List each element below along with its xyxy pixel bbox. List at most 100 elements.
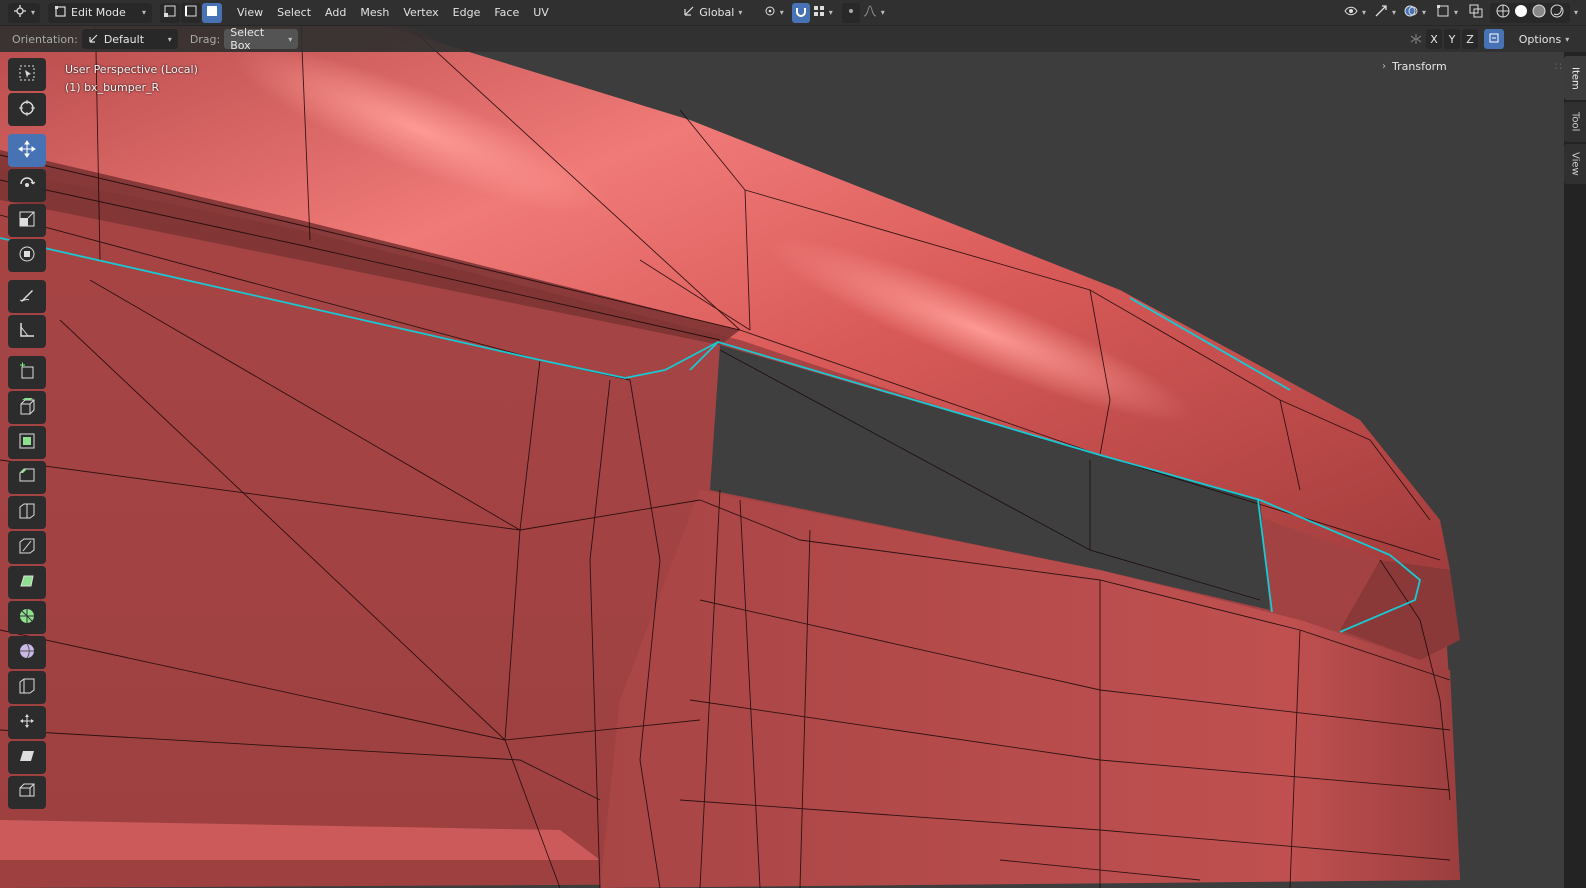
inset-tool[interactable] (8, 426, 46, 459)
rendered-shading-icon[interactable] (1550, 4, 1564, 21)
cursor-icon (18, 99, 36, 120)
shear-tool[interactable] (8, 741, 46, 774)
chevron-down-icon: ▾ (141, 8, 146, 17)
knife-icon (18, 537, 36, 558)
menu-view[interactable]: View (230, 3, 270, 23)
object-visibility-dropdown[interactable]: ▾ (1342, 3, 1368, 23)
overlays-icon (1404, 4, 1418, 21)
mesh-render (0, 0, 1586, 888)
chevron-down-icon: ▾ (828, 8, 833, 17)
snap-target-dropdown[interactable]: ▾ (810, 3, 836, 23)
select-box-tool[interactable] (8, 58, 46, 91)
rotate-tool[interactable] (8, 169, 46, 202)
knife-tool[interactable] (8, 531, 46, 564)
rip-region-icon (18, 782, 36, 803)
chevron-down-icon: ▾ (738, 8, 743, 17)
mesh-overlay-icon (1436, 4, 1450, 21)
mesh-edit-overlays-dropdown[interactable]: ▾ (1432, 3, 1462, 23)
mirror-y-toggle[interactable]: Y (1444, 29, 1460, 49)
mirror-z-toggle[interactable]: Z (1462, 29, 1478, 49)
move-icon (18, 140, 36, 161)
edge-slide-tool[interactable] (8, 671, 46, 704)
chevron-down-icon: ▾ (1361, 8, 1366, 17)
orientation-global-icon (683, 5, 695, 20)
snap-toggle[interactable] (791, 2, 810, 23)
transform-tool[interactable] (8, 239, 46, 272)
face-select-button[interactable] (202, 2, 222, 23)
wireframe-shading-icon[interactable] (1496, 4, 1510, 21)
transform-orientation-label: Global (699, 6, 735, 19)
menu-select[interactable]: Select (270, 3, 318, 23)
poly-build-tool[interactable] (8, 566, 46, 599)
header-menus: View Select Add Mesh Vertex Edge Face UV (230, 3, 556, 23)
mirror-x-toggle[interactable]: X (1426, 29, 1442, 49)
cursor-tool[interactable] (8, 93, 46, 126)
xray-toggle[interactable] (1466, 3, 1486, 23)
tab-view[interactable]: View (1564, 144, 1586, 184)
pivot-icon (764, 5, 776, 20)
menu-vertex[interactable]: Vertex (396, 3, 445, 23)
shading-dropdown-chevron-icon[interactable]: ▾ (1574, 8, 1578, 17)
menu-edge[interactable]: Edge (446, 3, 488, 23)
drag-value: Select Box (230, 26, 265, 52)
face-select-icon (206, 5, 218, 20)
transform-panel-header[interactable]: › Transform ∷ (1382, 56, 1562, 76)
spin-tool[interactable] (8, 601, 46, 634)
add-cube-tool[interactable] (8, 356, 46, 389)
blender-app: ▾ Edit Mode ▾ View Select Add Mesh Verte… (0, 0, 1586, 888)
drag-label: Drag: (189, 32, 221, 46)
editor-type-button[interactable]: ▾ (8, 2, 40, 23)
mode-selector[interactable]: Edit Mode ▾ (48, 2, 152, 23)
axis-z-label: Z (1466, 32, 1474, 46)
move-tool[interactable] (8, 134, 46, 167)
proportional-edit-toggle[interactable] (841, 2, 860, 23)
poly-build-icon (18, 572, 36, 593)
falloff-dropdown[interactable]: ▾ (860, 3, 888, 23)
bevel-tool[interactable] (8, 461, 46, 494)
transform-orientation-dropdown[interactable]: Global ▾ (674, 3, 752, 23)
menu-mesh[interactable]: Mesh (353, 3, 396, 23)
rip-region-tool[interactable] (8, 776, 46, 809)
menu-uv[interactable]: UV (526, 3, 556, 23)
edit-mode-icon (54, 5, 67, 21)
chevron-down-icon: ▾ (880, 8, 885, 17)
shading-modes (1489, 2, 1570, 23)
add-cube-icon (18, 362, 36, 383)
tab-tool-label: Tool (1569, 112, 1581, 132)
proportional-edit-icon (846, 6, 856, 19)
vertex-select-button[interactable] (160, 2, 180, 23)
tab-item[interactable]: Item (1564, 56, 1586, 100)
eye-icon (1344, 5, 1358, 20)
drag-dropdown[interactable]: Select Box ▾ (224, 26, 299, 52)
select-box-icon (18, 64, 36, 85)
annotate-tool[interactable] (8, 280, 46, 313)
drag-handle-icon[interactable]: ∷ (1555, 60, 1562, 73)
menu-add[interactable]: Add (318, 3, 353, 23)
auto-merge-toggle[interactable] (1484, 29, 1504, 49)
overlays-toggle[interactable]: ▾ (1402, 3, 1428, 23)
tool-shelf (8, 58, 48, 809)
scale-tool[interactable] (8, 204, 46, 237)
chevron-down-icon: ▾ (31, 8, 36, 17)
loop-cut-tool[interactable] (8, 496, 46, 529)
extrude-icon (18, 397, 36, 418)
edge-select-button[interactable] (181, 2, 201, 23)
viewport-info: User Perspective (Local) (1) bx_bumper_R (65, 61, 198, 97)
pivot-point-dropdown[interactable]: ▾ (760, 3, 788, 23)
menu-face[interactable]: Face (487, 3, 526, 23)
transform-panel-label: Transform (1392, 59, 1447, 73)
solid-shading-icon[interactable] (1514, 4, 1528, 21)
smooth-tool[interactable] (8, 636, 46, 669)
orientation-dropdown[interactable]: Default ▾ (81, 29, 178, 49)
material-shading-icon[interactable] (1532, 4, 1546, 21)
orientation-default-icon (88, 32, 100, 47)
shrink-fatten-tool[interactable] (8, 706, 46, 739)
options-label: Options (1518, 32, 1562, 46)
extrude-tool[interactable] (8, 391, 46, 424)
measure-tool[interactable] (8, 315, 46, 348)
3d-viewport[interactable] (0, 0, 1586, 888)
options-dropdown[interactable]: Options ▾ (1512, 29, 1576, 49)
tab-tool[interactable]: Tool (1564, 102, 1586, 142)
tab-item-label: Item (1569, 66, 1581, 90)
gizmo-toggle[interactable]: ▾ (1372, 3, 1398, 23)
